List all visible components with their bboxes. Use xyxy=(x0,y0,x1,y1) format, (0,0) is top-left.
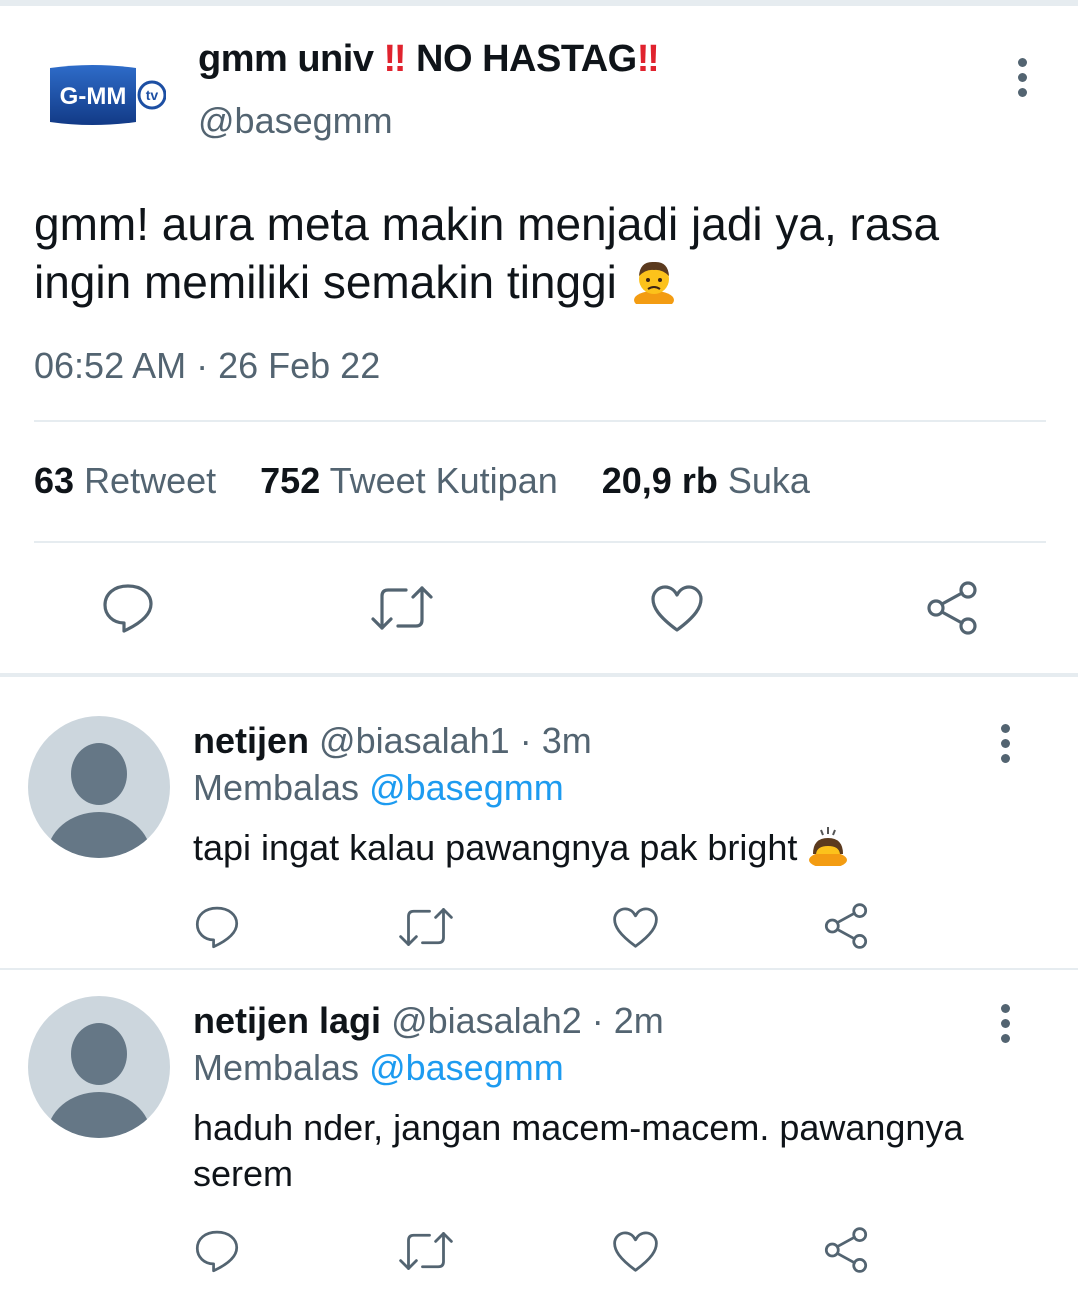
display-name-prefix: gmm univ xyxy=(198,38,374,80)
gmm-tv-logo[interactable]: G-MM tv xyxy=(44,62,167,128)
reply-text: tapi ingat kalau pawangnya pak bright xyxy=(193,824,1033,871)
tweet-timestamp[interactable]: 06:52 AM · 26 Feb 22 xyxy=(34,345,380,387)
retweet-icon[interactable] xyxy=(370,584,434,632)
svg-text:tv: tv xyxy=(146,87,159,103)
avatar[interactable] xyxy=(28,996,170,1138)
divider xyxy=(34,420,1046,422)
retweet-icon[interactable] xyxy=(398,1230,454,1272)
more-options-icon[interactable] xyxy=(998,724,1012,769)
quote-stat[interactable]: 752 Tweet Kutipan xyxy=(260,460,558,501)
replying-to: Membalas @basegmm xyxy=(193,767,564,809)
retweet-stat[interactable]: 63 Retweet xyxy=(34,460,216,501)
avatar[interactable] xyxy=(28,716,170,858)
share-icon[interactable] xyxy=(924,580,980,636)
svg-text:G-MM: G-MM xyxy=(60,83,127,110)
display-name-middle: NO HASTAG xyxy=(416,38,637,80)
reply-author-handle[interactable]: @biasalah2 xyxy=(391,1000,582,1041)
tweet-text-body: gmm! aura meta makin menjadi jadi ya, ra… xyxy=(34,198,940,308)
replying-label: Membalas xyxy=(193,767,360,808)
tweet-stats: 63 Retweet 752 Tweet Kutipan 20,9 rb Suk… xyxy=(34,460,810,502)
mention-link[interactable]: @basegmm xyxy=(369,767,564,808)
display-name[interactable]: gmm univ ‼ NO HASTAG‼ xyxy=(198,38,660,81)
reply-author-handle[interactable]: @biasalah1 xyxy=(319,720,510,761)
like-icon[interactable] xyxy=(650,584,704,634)
retweet-icon[interactable] xyxy=(398,906,454,948)
reply-header: netijen @biasalah1 · 3m xyxy=(193,720,592,762)
reply-icon[interactable] xyxy=(193,904,241,950)
divider xyxy=(0,968,1078,970)
reply-icon[interactable] xyxy=(193,1228,241,1274)
person-bowing-icon xyxy=(809,827,848,866)
mention-link[interactable]: @basegmm xyxy=(369,1047,564,1088)
person-frowning-icon xyxy=(633,261,674,304)
reply-time: · 3m xyxy=(519,720,592,761)
divider xyxy=(34,541,1046,543)
double-exclamation-icon: ‼ xyxy=(383,38,407,80)
reply-author-name[interactable]: netijen lagi xyxy=(193,1000,381,1041)
reply-icon[interactable] xyxy=(100,582,156,634)
reply-time: · 2m xyxy=(591,1000,664,1041)
reply-text: haduh nder, jangan macem-macem. pawangny… xyxy=(193,1107,964,1194)
replying-to: Membalas @basegmm xyxy=(193,1047,564,1089)
user-handle[interactable]: @basegmm xyxy=(198,100,393,142)
more-options-icon[interactable] xyxy=(998,1004,1012,1049)
reply-text-body: tapi ingat kalau pawangnya pak bright xyxy=(193,827,798,868)
double-exclamation-icon: ‼ xyxy=(636,38,660,80)
share-icon[interactable] xyxy=(822,902,870,950)
reply-author-name[interactable]: netijen xyxy=(193,720,309,761)
reply-header: netijen lagi @biasalah2 · 2m xyxy=(193,1000,664,1042)
replying-label: Membalas xyxy=(193,1047,360,1088)
like-icon[interactable] xyxy=(612,1230,659,1274)
top-border xyxy=(0,0,1078,6)
tweet-text: gmm! aura meta makin menjadi jadi ya, ra… xyxy=(34,195,1034,311)
more-options-icon[interactable] xyxy=(1015,58,1029,103)
share-icon[interactable] xyxy=(822,1226,870,1274)
section-separator xyxy=(0,673,1078,677)
like-stat[interactable]: 20,9 rb Suka xyxy=(602,460,810,501)
like-icon[interactable] xyxy=(612,906,659,950)
